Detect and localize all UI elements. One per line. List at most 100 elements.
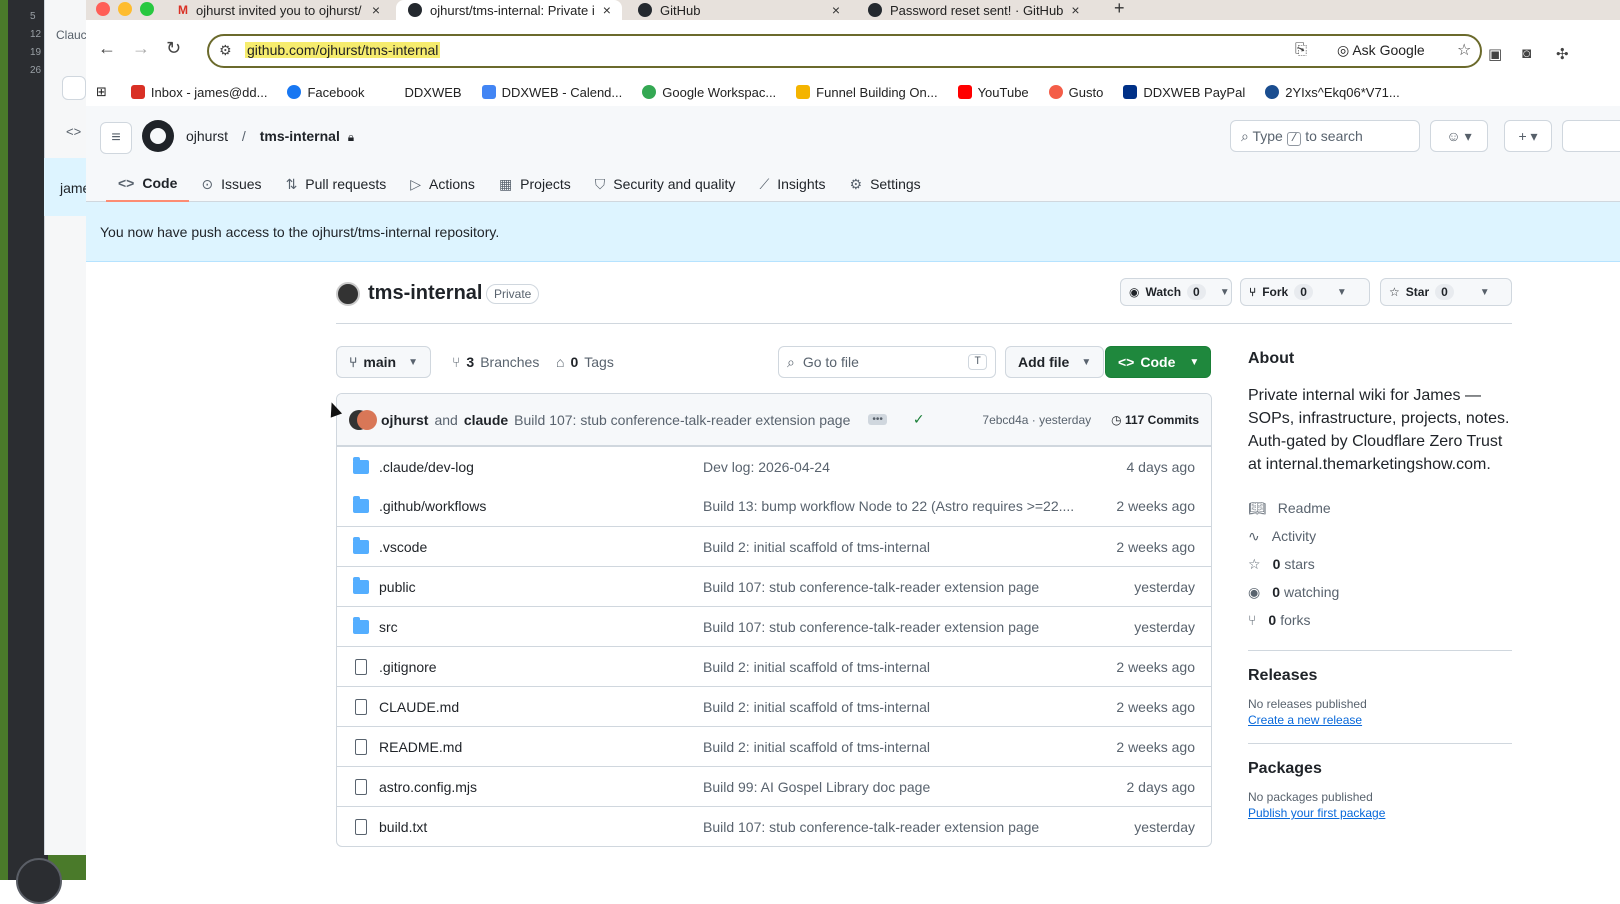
camera-icon[interactable]: ◙	[1522, 45, 1531, 62]
releases-heading[interactable]: Releases	[1248, 667, 1512, 685]
file-name[interactable]: .claude/dev-log	[379, 459, 703, 475]
file-commit-message[interactable]: Build 107: stub conference-talk-reader e…	[703, 619, 1077, 635]
maximize-window-button[interactable]	[140, 2, 154, 16]
pencil-icon[interactable]	[16, 858, 62, 904]
file-name[interactable]: README.md	[379, 739, 703, 755]
fork-button[interactable]: ⑂ Fork 0 ▼	[1240, 278, 1370, 306]
forks-link[interactable]: ⑂ 0 forks	[1248, 606, 1512, 634]
file-row[interactable]: build.txt Build 107: stub conference-talk…	[337, 806, 1211, 846]
tab-pull-requests[interactable]: ⇅ Pull requests	[274, 166, 399, 202]
tab-security[interactable]: ⛉ Security and quality	[583, 166, 748, 202]
file-row[interactable]: README.md Build 2: initial scaffold of tm…	[337, 726, 1211, 766]
hamburger-menu-button[interactable]: ≡	[100, 122, 132, 154]
repo-name[interactable]: tms-internal	[368, 282, 482, 305]
tab-settings[interactable]: ⚙ Settings	[838, 166, 933, 202]
packages-heading[interactable]: Packages	[1248, 760, 1512, 778]
url-text[interactable]: github.com/ojhurst/tms-internal	[245, 42, 441, 58]
tab-projects[interactable]: ▦ Projects	[487, 166, 583, 202]
tab-issues[interactable]: ⊙ Issues	[189, 166, 273, 202]
check-icon[interactable]: ✓	[913, 411, 925, 428]
file-row[interactable]: public Build 107: stub conference-talk-re…	[337, 566, 1211, 606]
address-bar[interactable]: ⚙ github.com/ojhurst/tms-internal ⎘ ◎ As…	[207, 34, 1482, 68]
watching-link[interactable]: ◉ 0 watching	[1248, 578, 1512, 606]
file-commit-message[interactable]: Build 2: initial scaffold of tms-interna…	[703, 699, 1077, 715]
avatar[interactable]	[336, 282, 360, 306]
commit-author[interactable]: claude	[464, 412, 508, 428]
bookmark-item[interactable]: Facebook	[287, 85, 365, 100]
tab-insights[interactable]: ⟋ Insights	[747, 166, 837, 202]
commit-author[interactable]: ojhurst	[381, 412, 428, 428]
code-button[interactable]: <> Code ▼	[1105, 346, 1211, 378]
minimize-window-button[interactable]	[118, 2, 132, 16]
add-file-button[interactable]: Add file ▼	[1005, 346, 1105, 378]
file-commit-message[interactable]: Build 2: initial scaffold of tms-interna…	[703, 539, 1077, 555]
file-commit-message[interactable]: Build 107: stub conference-talk-reader e…	[703, 819, 1077, 835]
browser-tab[interactable]: Password reset sent! · GitHub ×	[856, 0, 1082, 20]
browser-tab-active[interactable]: ojhurst/tms-internal: Private i ×	[396, 0, 622, 20]
star-button[interactable]: ☆ Star 0 ▼	[1380, 278, 1512, 306]
file-row[interactable]: astro.config.mjs Build 99: AI Gospel Libr…	[337, 766, 1211, 806]
tags-link[interactable]: ⌂ 0 Tags	[556, 346, 614, 378]
bookmark-item[interactable]: DDXWEB - Calend...	[481, 85, 622, 100]
file-row[interactable]: .vscode Build 2: initial scaffold of tms-…	[337, 526, 1211, 566]
issues-button[interactable]	[1562, 120, 1620, 152]
file-commit-message[interactable]: Build 2: initial scaffold of tms-interna…	[703, 739, 1077, 755]
file-row[interactable]: .claude/dev-log Dev log: 2026-04-24 4 days…	[337, 446, 1211, 486]
browser-tab[interactable]: GitHub ×	[626, 0, 852, 20]
search-input[interactable]: ⌕ Type / to search	[1230, 120, 1420, 152]
commits-link[interactable]: ◷ 117 Commits	[1111, 413, 1199, 427]
file-name[interactable]: .github/workflows	[379, 498, 703, 514]
commit-hash[interactable]: 7ebcd4a · yesterday	[982, 413, 1091, 427]
close-icon[interactable]: ×	[1071, 2, 1079, 18]
file-commit-message[interactable]: Dev log: 2026-04-24	[703, 459, 1077, 475]
file-row[interactable]: .github/workflows Build 13: bump workflow…	[337, 486, 1211, 526]
close-icon[interactable]: ×	[832, 2, 840, 18]
file-name[interactable]: public	[379, 579, 703, 595]
github-logo-icon[interactable]	[142, 120, 174, 152]
bookmark-item[interactable]: Google Workspac...	[642, 85, 776, 100]
extension-icon[interactable]: ▣	[1488, 45, 1502, 63]
reload-icon[interactable]: ↻	[166, 38, 181, 59]
background-menu-button[interactable]	[62, 76, 86, 100]
puzzle-icon[interactable]: ✣	[1556, 45, 1569, 63]
tab-code[interactable]: <> Code	[106, 166, 190, 202]
create-new-button[interactable]: + ▾	[1504, 120, 1552, 152]
file-name[interactable]: .gitignore	[379, 659, 703, 675]
bookmark-item[interactable]: YouTube	[957, 85, 1029, 100]
file-name[interactable]: astro.config.mjs	[379, 779, 703, 795]
file-name[interactable]: src	[379, 619, 703, 635]
back-icon[interactable]: ←	[98, 38, 116, 59]
activity-link[interactable]: ∿ Activity	[1248, 522, 1512, 550]
create-release-link[interactable]: Create a new release	[1248, 713, 1362, 727]
readme-link[interactable]: 📖︎ Readme	[1248, 494, 1512, 522]
bookmark-item[interactable]: DDXWEB	[384, 85, 462, 100]
bookmark-item[interactable]: DDXWEB PayPal	[1123, 85, 1245, 100]
close-window-button[interactable]	[96, 2, 110, 16]
bookmark-item[interactable]: 2YIxs^Ekq06*V71...	[1265, 85, 1400, 100]
file-commit-message[interactable]: Build 99: AI Gospel Library doc page	[703, 779, 1077, 795]
ask-google-button[interactable]: ◎ Ask Google	[1337, 42, 1425, 59]
file-commit-message[interactable]: Build 13: bump workflow Node to 22 (Astr…	[703, 498, 1077, 514]
bookmark-item[interactable]: Gusto	[1048, 85, 1103, 100]
file-name[interactable]: build.txt	[379, 819, 703, 835]
file-commit-message[interactable]: Build 107: stub conference-talk-reader e…	[703, 579, 1077, 595]
publish-package-link[interactable]: Publish your first package	[1248, 806, 1385, 820]
new-tab-icon[interactable]: +	[1114, 0, 1125, 19]
apps-grid-icon[interactable]: ⊞	[96, 84, 107, 100]
install-app-icon[interactable]: ⎘	[1295, 41, 1307, 58]
browser-tab[interactable]: M ojhurst invited you to ojhurst/ ×	[166, 0, 392, 20]
bookmark-item[interactable]: Inbox - james@dd...	[130, 85, 267, 100]
background-row[interactable]: jame	[44, 158, 86, 216]
tab-actions[interactable]: ▷ Actions	[398, 166, 487, 202]
close-icon[interactable]: ×	[372, 2, 380, 18]
forward-icon[interactable]: →	[132, 38, 150, 59]
go-to-file-input[interactable]: ⌕ Go to file T	[778, 346, 996, 378]
copilot-button[interactable]: ☺ ▾	[1430, 120, 1488, 152]
stars-link[interactable]: ☆ 0 stars	[1248, 550, 1512, 578]
file-row[interactable]: .gitignore Build 2: initial scaffold of t…	[337, 646, 1211, 686]
file-name[interactable]: CLAUDE.md	[379, 699, 703, 715]
bookmark-item[interactable]: Funnel Building On...	[796, 85, 938, 100]
file-name[interactable]: .vscode	[379, 539, 703, 555]
file-commit-message[interactable]: Build 2: initial scaffold of tms-interna…	[703, 659, 1077, 675]
site-settings-icon[interactable]: ⚙	[219, 42, 232, 59]
